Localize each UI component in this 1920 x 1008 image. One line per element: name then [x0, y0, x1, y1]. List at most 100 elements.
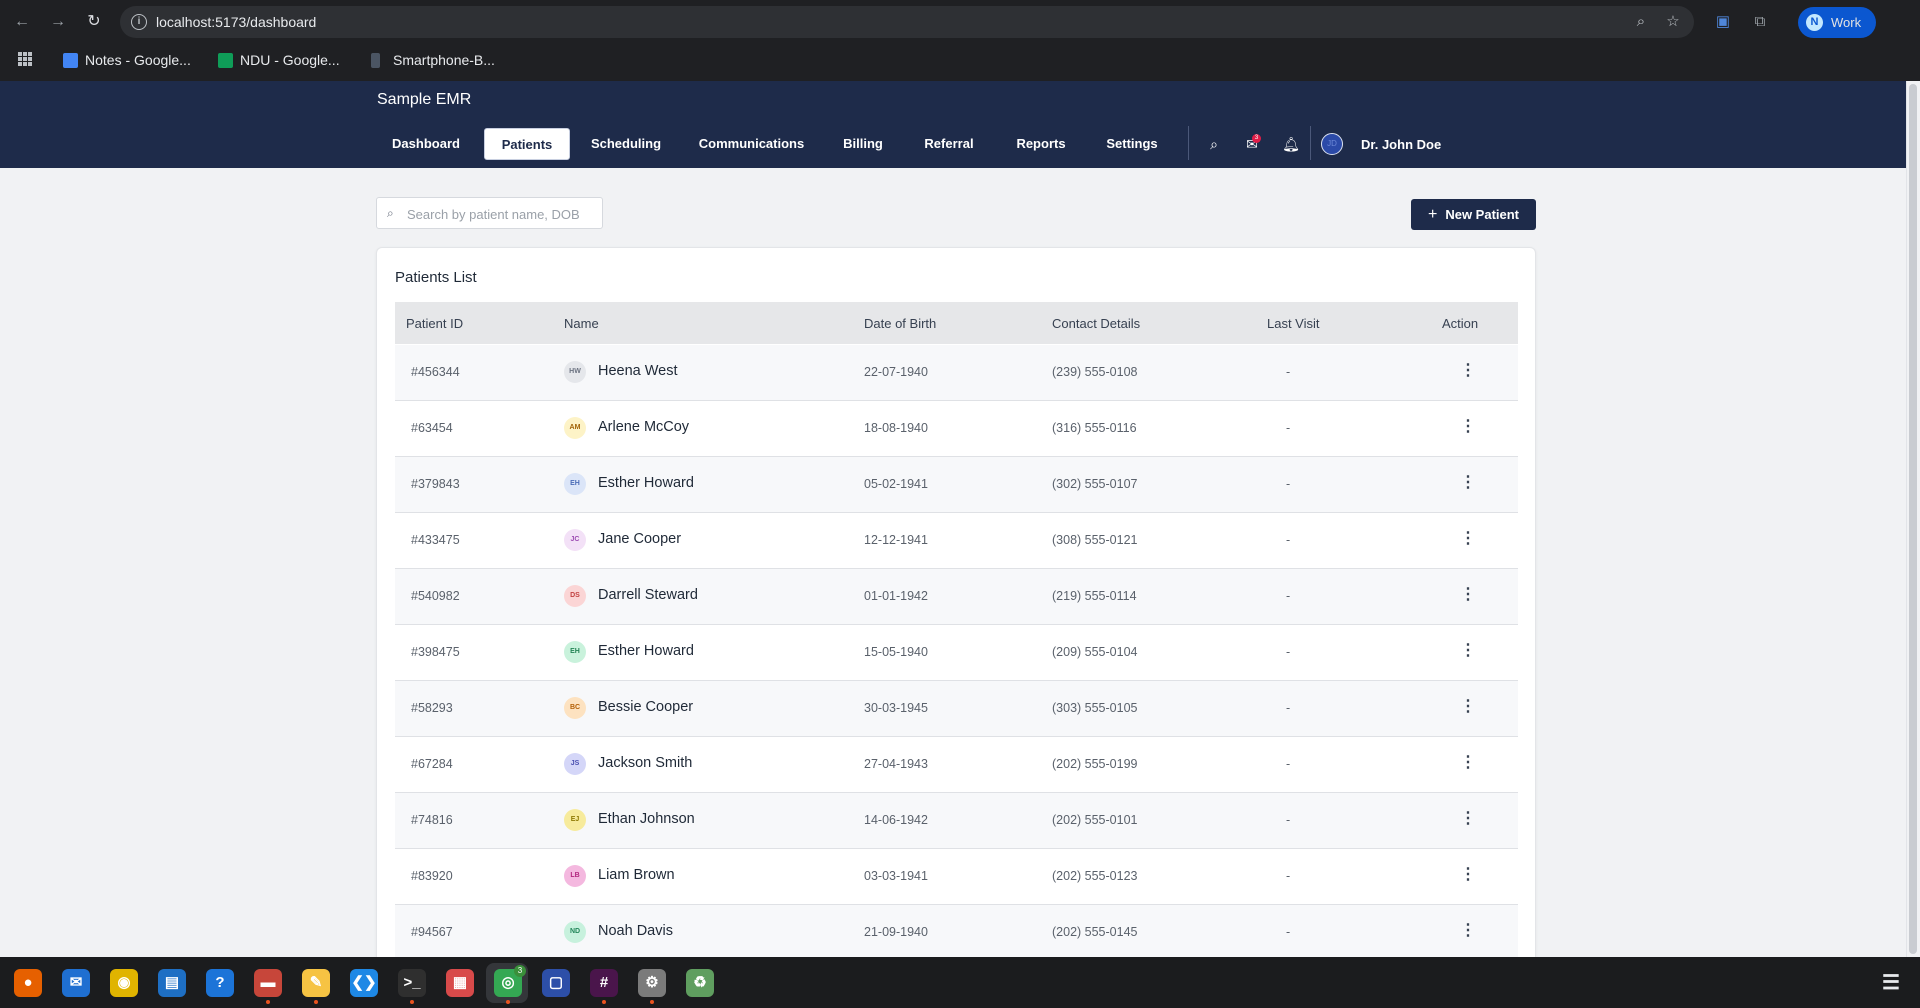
tab-referral[interactable]: Referral	[913, 128, 985, 160]
site-info-icon[interactable]: i	[131, 14, 147, 30]
table-row[interactable]: #398475 EH Esther Howard 15-05-1940 (209) 55…	[395, 625, 1518, 681]
table-row[interactable]: #379843 EH Esther Howard 05-02-1941 (302) 55…	[395, 457, 1518, 513]
table-row[interactable]: #433475 JC Jane Cooper 12-12-1941 (308) 555-…	[395, 513, 1518, 569]
tab-communications[interactable]: Communications	[690, 128, 813, 160]
table-row[interactable]: #456344 HW Heena West 22-07-1940 (239) 555-0…	[395, 345, 1518, 401]
slack-icon[interactable]: #	[590, 969, 618, 997]
new-patient-button[interactable]: + New Patient	[1411, 199, 1536, 230]
patient-contact: (239) 555-0108	[1052, 365, 1138, 379]
avatar: LB	[564, 865, 586, 887]
search-icon[interactable]: ⌕	[1205, 135, 1223, 153]
patient-name[interactable]: Jackson Smith	[598, 755, 692, 771]
tab-settings[interactable]: Settings	[1096, 128, 1168, 160]
avatar[interactable]: JD	[1321, 133, 1343, 155]
zoom-icon[interactable]: ⌕	[1632, 13, 1650, 31]
patient-search[interactable]: ⌕	[376, 197, 603, 229]
bookmark-star-icon[interactable]: ☆	[1664, 13, 1682, 31]
patient-name[interactable]: Heena West	[598, 363, 678, 379]
url-text[interactable]: localhost:5173/dashboard	[156, 14, 316, 30]
tab-billing[interactable]: Billing	[833, 128, 893, 160]
patient-last-visit: -	[1286, 365, 1291, 379]
tab-reports[interactable]: Reports	[1007, 128, 1075, 160]
row-actions-kebab-icon[interactable]: ⋮	[1457, 639, 1479, 665]
rhythmbox-icon[interactable]: ◉	[110, 969, 138, 997]
files-icon[interactable]: ▬	[254, 969, 282, 997]
patient-last-visit: -	[1286, 701, 1291, 715]
tab-dashboard[interactable]: Dashboard	[380, 128, 472, 160]
patient-name[interactable]: Ethan Johnson	[598, 811, 695, 827]
trash-icon[interactable]: ♻	[686, 969, 714, 997]
remote-desktop-icon[interactable]: ▢	[542, 969, 570, 997]
text-editor-icon[interactable]: ✎	[302, 969, 330, 997]
running-indicator	[410, 1000, 414, 1004]
patient-dob: 03-03-1941	[864, 869, 928, 883]
file-icon	[371, 53, 380, 68]
show-apps-icon[interactable]: ☰	[1877, 969, 1905, 997]
table-row[interactable]: #74816 EJ Ethan Johnson 14-06-1942 (202) 555…	[395, 793, 1518, 849]
header-divider	[1188, 126, 1189, 160]
patient-name[interactable]: Jane Cooper	[598, 531, 681, 547]
patient-dob: 01-01-1942	[864, 589, 928, 603]
patient-name[interactable]: Esther Howard	[598, 475, 694, 491]
running-indicator	[602, 1000, 606, 1004]
extensions-puzzle-icon[interactable]: ⧉	[1749, 11, 1771, 33]
row-actions-kebab-icon[interactable]: ⋮	[1457, 807, 1479, 833]
bookmark-notes[interactable]: Notes - Google...	[63, 50, 191, 70]
row-actions-kebab-icon[interactable]: ⋮	[1457, 527, 1479, 553]
patient-name[interactable]: Arlene McCoy	[598, 419, 689, 435]
row-actions-kebab-icon[interactable]: ⋮	[1457, 919, 1479, 945]
reload-icon[interactable]: ↻	[83, 11, 105, 33]
patient-dob: 15-05-1940	[864, 645, 928, 659]
bell-icon[interactable]: 🔔︎	[1282, 135, 1300, 153]
patient-id: #67284	[411, 757, 453, 771]
patient-name[interactable]: Noah Davis	[598, 923, 673, 939]
row-actions-kebab-icon[interactable]: ⋮	[1457, 863, 1479, 889]
thunderbird-icon[interactable]: ✉	[62, 969, 90, 997]
screenshot-icon[interactable]: ▦	[446, 969, 474, 997]
extension-icon[interactable]: ▣	[1712, 11, 1734, 33]
row-actions-kebab-icon[interactable]: ⋮	[1457, 751, 1479, 777]
row-actions-kebab-icon[interactable]: ⋮	[1457, 359, 1479, 385]
running-indicator	[650, 1000, 654, 1004]
back-arrow-icon[interactable]: ←	[11, 11, 33, 33]
table-row[interactable]: #63454 AM Arlene McCoy 18-08-1940 (316) 555-…	[395, 401, 1518, 457]
vscode-icon[interactable]: ❮❯	[350, 969, 378, 997]
bookmark-ndu[interactable]: NDU - Google...	[218, 50, 340, 70]
apps-grid-icon[interactable]	[18, 52, 32, 66]
settings-icon[interactable]: ⚙	[638, 969, 666, 997]
patient-last-visit: -	[1286, 869, 1291, 883]
writer-icon[interactable]: ▤	[158, 969, 186, 997]
row-actions-kebab-icon[interactable]: ⋮	[1457, 695, 1479, 721]
tab-patients[interactable]: Patients	[484, 128, 570, 160]
user-name[interactable]: Dr. John Doe	[1361, 137, 1441, 152]
patient-id: #63454	[411, 421, 453, 435]
firefox-icon[interactable]: ●	[14, 969, 42, 997]
row-actions-kebab-icon[interactable]: ⋮	[1457, 583, 1479, 609]
table-row[interactable]: #67284 JS Jackson Smith 27-04-1943 (202) 555…	[395, 737, 1518, 793]
profile-button[interactable]: N Work	[1798, 7, 1876, 38]
avatar: BC	[564, 697, 586, 719]
tab-scheduling[interactable]: Scheduling	[582, 128, 670, 160]
terminal-icon[interactable]: >_	[398, 969, 426, 997]
table-row[interactable]: #94567 ND Noah Davis 21-09-1940 (202) 555-01…	[395, 905, 1518, 961]
patient-name[interactable]: Liam Brown	[598, 867, 675, 883]
patient-dob: 21-09-1940	[864, 925, 928, 939]
table-row[interactable]: #540982 DS Darrell Steward 01-01-1942 (219) …	[395, 569, 1518, 625]
table-row[interactable]: #83920 LB Liam Brown 03-03-1941 (202) 555-01…	[395, 849, 1518, 905]
avatar: ND	[564, 921, 586, 943]
avatar: AM	[564, 417, 586, 439]
table-row[interactable]: #58293 BC Bessie Cooper 30-03-1945 (303) 555…	[395, 681, 1518, 737]
patient-contact: (202) 555-0123	[1052, 869, 1138, 883]
address-bar[interactable]: i localhost:5173/dashboard	[120, 6, 1694, 38]
help-icon[interactable]: ?	[206, 969, 234, 997]
patient-name[interactable]: Darrell Steward	[598, 587, 698, 603]
page-scrollbar-thumb[interactable]	[1909, 84, 1917, 954]
search-input[interactable]	[407, 204, 592, 224]
row-actions-kebab-icon[interactable]: ⋮	[1457, 415, 1479, 441]
row-actions-kebab-icon[interactable]: ⋮	[1457, 471, 1479, 497]
patient-name[interactable]: Esther Howard	[598, 643, 694, 659]
patient-name[interactable]: Bessie Cooper	[598, 699, 693, 715]
bookmark-smartphone[interactable]: Smartphone-B...	[371, 50, 495, 70]
patient-id: #74816	[411, 813, 453, 827]
forward-arrow-icon[interactable]: →	[47, 11, 69, 33]
